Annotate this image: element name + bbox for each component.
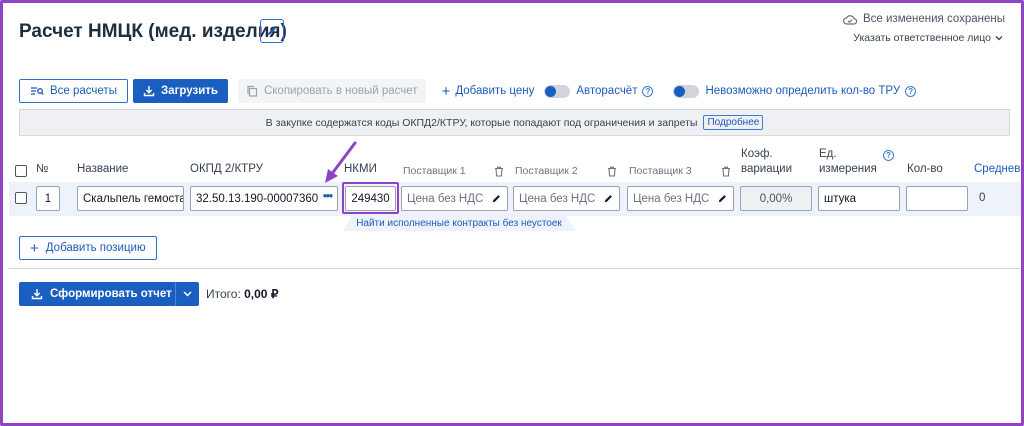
pencil-icon — [268, 27, 276, 35]
copy-icon — [247, 85, 258, 97]
download-icon — [143, 86, 155, 97]
generate-report-main[interactable]: Сформировать отчет — [19, 282, 175, 306]
trash-icon[interactable] — [494, 166, 504, 177]
coef-variation-field: 0,00% — [740, 186, 812, 211]
column-header-supplier-3: Поставщик 3 — [629, 165, 692, 177]
quantity-field[interactable] — [906, 186, 968, 211]
divider — [9, 268, 1021, 269]
all-calculations-label: Все расчеты — [50, 85, 117, 97]
save-status: Все изменения сохранены — [842, 13, 1005, 25]
add-price-label: Добавить цену — [455, 85, 535, 97]
autocalc-toggle[interactable] — [544, 84, 571, 98]
page-title: Расчет НМЦК (мед. изделия) — [19, 21, 287, 42]
download-icon — [31, 289, 43, 300]
help-icon[interactable]: ? — [642, 85, 654, 97]
cloud-check-icon — [842, 14, 857, 25]
responsible-person-dropdown[interactable]: Указать ответственное лицо — [853, 32, 1003, 44]
column-header-supplier-2: Поставщик 2 — [515, 165, 578, 177]
pencil-icon[interactable] — [491, 193, 502, 204]
banner-text: В закупке содержатся коды ОКПД2/КТРУ, ко… — [265, 116, 698, 129]
pencil-icon[interactable] — [717, 193, 728, 204]
nkmi-highlight-annotation — [342, 182, 399, 214]
more-dots-icon[interactable]: ••• — [323, 191, 333, 203]
toolbar: Все расчеты Загрузить Скопировать в новы… — [19, 79, 917, 103]
supplier-2-placeholder: Цена без НДС — [519, 192, 596, 205]
column-header-name[interactable]: Название — [77, 163, 128, 175]
supplier-1-price-field[interactable]: Цена без НДС — [401, 186, 508, 211]
upload-button[interactable]: Загрузить — [132, 79, 228, 103]
okpd-field[interactable]: 32.50.13.190-00007360 ••• — [190, 186, 338, 211]
find-contracts-link[interactable]: Найти исполненные контракты без неустоек — [343, 215, 575, 231]
autocalc-label: Авторасчёт — [576, 85, 638, 97]
upload-label: Загрузить — [160, 85, 218, 97]
supplier-3-placeholder: Цена без НДС — [633, 192, 710, 205]
column-header-okpd[interactable]: ОКПД 2/КТРУ — [190, 163, 263, 175]
responsible-person-label: Указать ответственное лицо — [853, 32, 991, 44]
trash-icon[interactable] — [721, 166, 731, 177]
column-header-unit-line1: Ед. — [819, 148, 837, 160]
trash-icon[interactable] — [607, 166, 617, 177]
total-summary: Итого: 0,00 ₽ — [206, 287, 278, 301]
report-options-dropdown[interactable] — [175, 282, 199, 306]
app-window: Расчет НМЦК (мед. изделия) Все изменения… — [0, 0, 1024, 426]
total-label: Итого: — [206, 287, 241, 301]
restrictions-banner: В закупке содержатся коды ОКПД2/КТРУ, ко… — [19, 109, 1010, 136]
annotation-arrow-icon — [325, 141, 357, 183]
column-header-avg[interactable]: Средневз — [974, 163, 1021, 175]
add-position-label: Добавить позицию — [45, 242, 146, 254]
column-header-coef-line2: вариации — [741, 163, 793, 175]
name-field[interactable]: Скальпель гемостатический — [77, 186, 184, 211]
row-number-field[interactable]: 1 — [36, 186, 60, 211]
plus-icon: + — [30, 239, 39, 257]
row-checkbox[interactable] — [15, 192, 27, 204]
generate-report-button[interactable]: Сформировать отчет — [19, 282, 199, 306]
copy-to-new-calc-label: Скопировать в новый расчет — [263, 85, 418, 97]
avg-weighted-value: 0 — [979, 192, 986, 204]
add-position-button[interactable]: + Добавить позицию — [19, 236, 157, 260]
pencil-icon[interactable] — [603, 193, 614, 204]
column-header-unit-line2: измерения — [819, 163, 877, 175]
plus-icon: + — [441, 82, 451, 100]
banner-more-link[interactable]: Подробнее — [703, 115, 764, 130]
all-calculations-button[interactable]: Все расчеты — [19, 79, 128, 103]
help-icon[interactable]: ? — [883, 150, 894, 161]
column-header-coef-line1: Коэф. — [741, 148, 773, 160]
edit-title-button[interactable] — [260, 19, 284, 43]
select-all-checkbox[interactable] — [15, 165, 27, 177]
column-header-supplier-1: Поставщик 1 — [403, 165, 466, 177]
copy-to-new-calc-button[interactable]: Скопировать в новый расчет — [237, 79, 426, 103]
column-header-num: № — [36, 163, 49, 175]
okpd-value: 32.50.13.190-00007360 — [196, 192, 319, 205]
supplier-2-price-field[interactable]: Цена без НДС — [513, 186, 620, 211]
list-search-icon — [31, 86, 44, 95]
supplier-3-price-field[interactable]: Цена без НДС — [627, 186, 734, 211]
save-status-text: Все изменения сохранены — [862, 13, 1005, 25]
chevron-down-icon — [995, 36, 1003, 41]
supplier-1-placeholder: Цена без НДС — [407, 192, 484, 205]
add-price-button[interactable]: + Добавить цену — [442, 84, 535, 99]
generate-report-label: Сформировать отчет — [50, 288, 172, 300]
unit-field[interactable]: штука — [818, 186, 900, 211]
chevron-down-icon — [183, 291, 192, 297]
tru-quantity-label: Невозможно определить кол-во ТРУ — [705, 85, 901, 97]
column-header-qty: Кол-во — [907, 163, 943, 175]
total-value: 0,00 ₽ — [244, 287, 279, 301]
help-icon[interactable]: ? — [905, 85, 917, 97]
tru-quantity-toggle[interactable] — [673, 84, 700, 98]
